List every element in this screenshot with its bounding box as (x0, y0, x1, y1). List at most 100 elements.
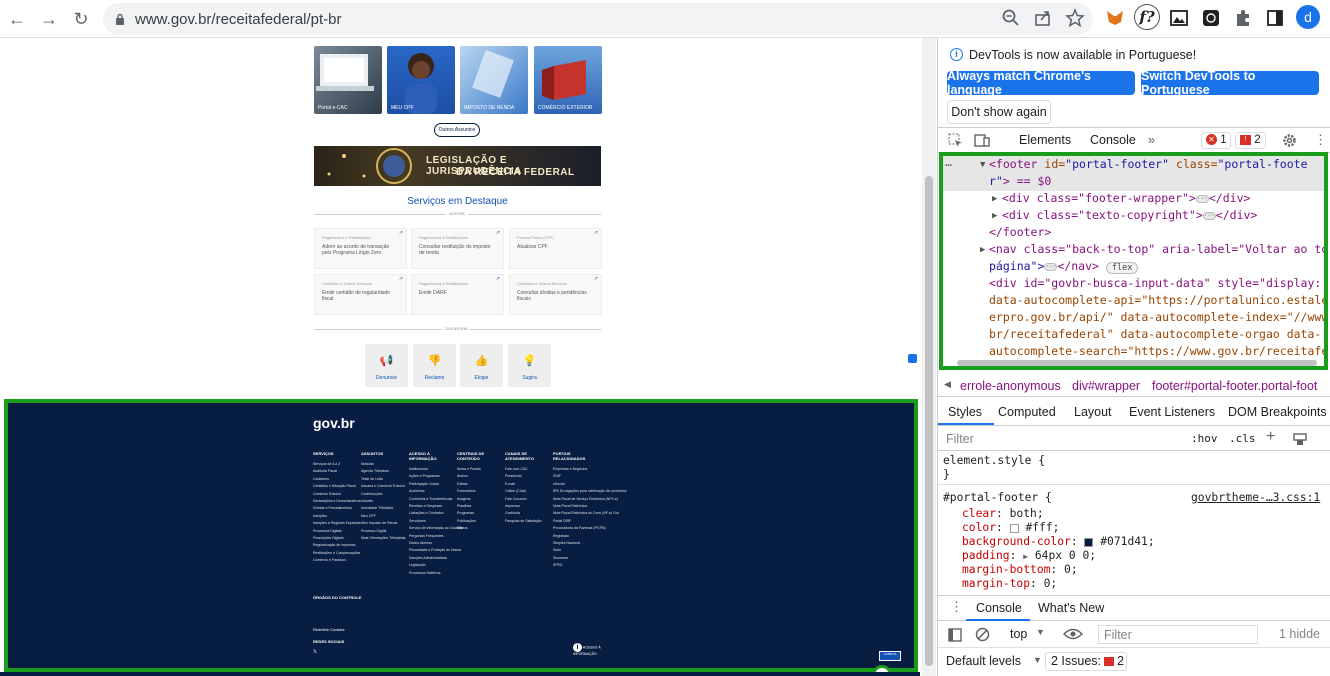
footer-link[interactable]: Convênios e Transferências (409, 496, 455, 503)
collapse-triangle-icon[interactable]: ▼ (980, 157, 985, 174)
cls-toggle[interactable]: .cls (1229, 432, 1256, 445)
tab-elements[interactable]: Elements (1019, 133, 1071, 147)
default-levels-dropdown[interactable]: Default levels (946, 654, 1021, 668)
column-heading[interactable]: ACESSO À INFORMAÇÃO (409, 451, 455, 461)
govbr-logo[interactable]: gov.br (313, 415, 355, 431)
element-style-rule[interactable]: element.style { (943, 454, 1045, 468)
tile-comercio-exterior[interactable]: COMÉRCIO EXTERIOR (534, 46, 602, 114)
collapsed-dots[interactable]: ··· (1202, 211, 1216, 220)
footer-link[interactable]: Fale com CAC (505, 466, 551, 473)
expand-shorthand-icon[interactable]: ▶ (1023, 552, 1028, 561)
always-match-language-button[interactable]: Always match Chrome's language (947, 69, 1135, 97)
dom-line-footer-cont[interactable]: r"> == $0 (989, 173, 1051, 190)
issues-counter[interactable]: ! 2 (1235, 132, 1266, 149)
computed-styles-toggle-icon[interactable] (1293, 432, 1307, 446)
footer-link[interactable]: Dívidas e Parcelamentos (313, 505, 359, 512)
service-card[interactable]: Pagamentos e Restituições Consultar resti… (411, 228, 504, 269)
formula-extension-icon[interactable]: f? (1134, 4, 1160, 30)
footer-link[interactable]: Restituições e Compensações (313, 550, 360, 557)
footer-link[interactable]: Perguntas Frequentes (409, 533, 455, 540)
footer-link[interactable]: eSocial (553, 481, 599, 488)
profile-avatar[interactable]: d (1296, 5, 1320, 29)
issues-button[interactable]: 2 Issues: 2 (1045, 652, 1127, 671)
service-card[interactable]: Pagamentos e Restituições Emitir DARF ↗ (411, 274, 504, 315)
dom-line-footer-close[interactable]: </footer> (989, 224, 1051, 241)
collapsed-dots[interactable]: ··· (1044, 262, 1058, 271)
styles-filter-input[interactable]: Filter (946, 432, 974, 446)
footer-link[interactable]: Processos Digitais (313, 528, 359, 535)
property-value[interactable]: #071d41; (1100, 535, 1154, 548)
metamask-extension-icon[interactable] (1104, 7, 1126, 29)
footer-link[interactable]: Nota Fiscal Eletrônica (553, 503, 599, 510)
color-swatch[interactable] (1084, 537, 1094, 547)
new-style-rule-icon[interactable]: + (1266, 428, 1275, 446)
footer-link[interactable]: Imóveis (361, 498, 407, 505)
footer-link[interactable]: Isenções e Regimes Especiais (313, 520, 361, 527)
property-name[interactable]: background-color (962, 535, 1071, 548)
footer-link[interactable]: Legislação (409, 562, 455, 569)
footer-link[interactable]: Registrato (553, 533, 599, 540)
column-heading[interactable]: CANAIS DE ATENDIMENTO (505, 451, 551, 461)
breadcrumb-item[interactable]: div#wrapper (1072, 379, 1140, 393)
footer-link[interactable]: Planilhas (457, 503, 503, 510)
scrollbar-thumb[interactable] (925, 176, 933, 666)
breadcrumb-item[interactable]: errole-anonymous (960, 379, 1061, 393)
footer-link[interactable]: Processo Digital (361, 528, 407, 535)
collapsed-dots[interactable]: ··· (1195, 194, 1209, 203)
drawer-tab-whats-new[interactable]: What's New (1038, 601, 1104, 615)
footer-link[interactable]: Auditoria Fiscal (313, 468, 359, 475)
dom-line-busca-cont[interactable]: br/receitafederal" data-autocomplete-org… (989, 326, 1321, 343)
cookies-link[interactable]: Redefinir Cookies (313, 627, 345, 632)
bookmark-star-icon[interactable] (1064, 7, 1086, 29)
footer-link[interactable]: Sanções Administrativas (409, 555, 455, 562)
footer-link[interactable]: Ouvidoria (505, 510, 551, 517)
footer-link[interactable]: Nota Fiscal Eletrônica do Cons (NF-e) Ou… (553, 510, 619, 517)
footer-link[interactable]: Meu CPF (361, 513, 407, 520)
side-panel-icon[interactable] (1264, 7, 1286, 29)
service-card[interactable]: Pagamentos e Restituições Aderir ao acord… (314, 228, 407, 269)
dom-line-footer-wrapper[interactable]: <div class="footer-wrapper">···</div> (1002, 190, 1250, 207)
property-name[interactable]: margin-top (962, 577, 1030, 590)
property-value[interactable]: both; (1010, 507, 1044, 520)
dom-line-nav[interactable]: <nav class="back-to-top" aria-label="Vol… (989, 241, 1324, 258)
dom-line-busca-cont[interactable]: erpro.gov.br/api/" data-autocomplete-ind… (989, 309, 1324, 326)
footer-link[interactable]: Áreas e Pautas (457, 466, 503, 473)
footer-link[interactable]: Meu Imposto de Renda (361, 520, 407, 527)
footer-link[interactable]: Aduana e Comércio Exterior (361, 483, 407, 490)
property-value[interactable]: 0; (1044, 577, 1058, 590)
tab-layout[interactable]: Layout (1074, 405, 1112, 419)
openai-extension-icon[interactable] (1200, 7, 1222, 29)
switch-to-portuguese-button[interactable]: Switch DevTools to Portuguese (1141, 69, 1319, 97)
inspect-element-icon[interactable] (948, 133, 963, 148)
property-value[interactable]: 64px 0 0; (1035, 549, 1096, 562)
footer-link[interactable]: Simples Nacional (553, 540, 599, 547)
live-expression-eye-icon[interactable] (1063, 628, 1083, 640)
footer-link[interactable]: Empresas e Negócios (553, 466, 599, 473)
extensions-puzzle-icon[interactable] (1232, 7, 1254, 29)
footer-link[interactable]: Áudios (457, 473, 503, 480)
footer-link[interactable]: Mais Orientações Tributárias (361, 535, 407, 542)
dom-line-busca-cont[interactable]: data-autocomplete-api="https://portaluni… (989, 292, 1324, 309)
footer-link[interactable]: Privacidade e Proteção de Dados (409, 547, 461, 554)
footer-link[interactable]: Imunidade Tributária (361, 505, 407, 512)
dom-line-busca[interactable]: <div id="govbr-busca-input-data" style="… (989, 275, 1324, 292)
denuncie-button[interactable]: 📢 Denuncie (365, 344, 408, 387)
drawer-tab-console[interactable]: Console (976, 601, 1022, 615)
expand-triangle-icon[interactable]: ▶ (992, 208, 997, 225)
footer-link[interactable]: Comércio e Passivos (313, 557, 359, 564)
property-value[interactable]: #fff; (1025, 521, 1059, 534)
dom-line-copyright[interactable]: <div class="texto-copyright">···</div> (1002, 207, 1257, 224)
footer-link[interactable]: Regularização de Impostos (313, 542, 359, 549)
flex-badge[interactable]: flex (1105, 262, 1139, 274)
settings-gear-icon[interactable] (1282, 133, 1297, 148)
service-card[interactable]: Certidões e Outros Serviços Emitir certid… (314, 274, 407, 315)
horizontal-scrollbar[interactable] (957, 360, 1317, 366)
column-heading[interactable]: ASSUNTOS (361, 451, 407, 456)
property-name[interactable]: color (962, 521, 996, 534)
dom-line-footer-open[interactable]: <footer id="portal-footer" class="portal… (989, 156, 1308, 173)
footer-link[interactable]: Institucional (409, 466, 455, 473)
legislacao-banner[interactable]: LEGISLAÇÃO E JURISPRUDÊNCIA DA RECEITA F… (314, 146, 601, 186)
footer-link[interactable]: Editais (457, 481, 503, 488)
footer-link[interactable]: Siscomex (553, 555, 599, 562)
footer-link[interactable]: Online (Chat) (505, 488, 551, 495)
